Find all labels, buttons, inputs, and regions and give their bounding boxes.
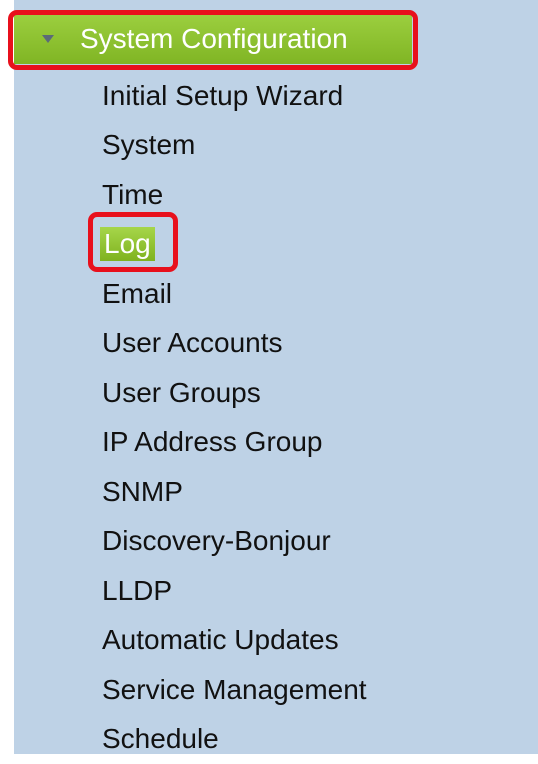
menu-item-snmp[interactable]: SNMP [102,467,367,517]
menu-item-email[interactable]: Email [102,269,367,319]
menu-item-automatic-updates[interactable]: Automatic Updates [102,616,367,666]
menu-item-system[interactable]: System [102,121,367,171]
menu-item-ip-address-group[interactable]: IP Address Group [102,418,367,468]
section-header-system-configuration[interactable]: System Configuration [14,14,412,64]
menu-item-label: Schedule [102,725,219,753]
submenu-list: Initial Setup Wizard System Time Log Ema… [102,71,367,764]
menu-item-schedule[interactable]: Schedule [102,715,367,764]
menu-item-service-management[interactable]: Service Management [102,665,367,715]
menu-item-label: Automatic Updates [102,626,339,654]
menu-item-label: Email [102,280,172,308]
menu-item-label: Service Management [102,676,367,704]
menu-item-label: Discovery-Bonjour [102,527,331,555]
section-header-label: System Configuration [80,25,348,53]
menu-item-discovery-bonjour[interactable]: Discovery-Bonjour [102,517,367,567]
menu-item-label: LLDP [102,577,172,605]
menu-item-user-accounts[interactable]: User Accounts [102,319,367,369]
menu-item-label: Log [100,227,155,261]
caret-down-icon [42,35,54,43]
menu-item-log[interactable]: Log [102,220,367,270]
menu-item-initial-setup-wizard[interactable]: Initial Setup Wizard [102,71,367,121]
menu-item-label: User Accounts [102,329,283,357]
menu-item-label: Time [102,181,163,209]
menu-item-label: System [102,131,195,159]
menu-item-label: Initial Setup Wizard [102,82,343,110]
menu-item-label: User Groups [102,379,261,407]
menu-item-label: SNMP [102,478,183,506]
menu-item-user-groups[interactable]: User Groups [102,368,367,418]
menu-item-lldp[interactable]: LLDP [102,566,367,616]
menu-item-time[interactable]: Time [102,170,367,220]
menu-item-label: IP Address Group [102,428,323,456]
